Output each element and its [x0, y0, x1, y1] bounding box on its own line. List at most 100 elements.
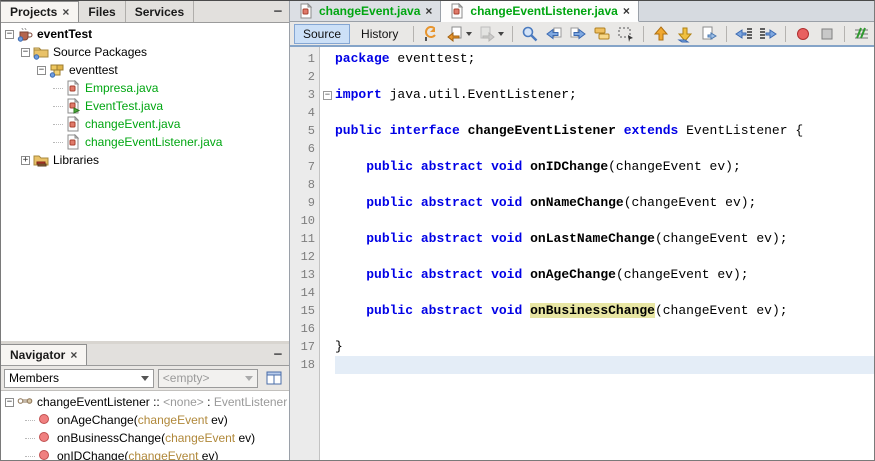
record-macro-button[interactable] [792, 24, 814, 44]
find-previous-button[interactable] [543, 24, 565, 44]
editor-tab-changeEventListener.java[interactable]: changeEventListener.java × [441, 1, 639, 22]
tree-item-label: changeEvent.java [85, 117, 181, 131]
rect-selection-button[interactable] [615, 24, 637, 44]
tab-services[interactable]: Services [125, 1, 195, 22]
tree-item[interactable]: changeEvent.java [1, 115, 289, 133]
code-line[interactable]: } [335, 338, 874, 356]
tree-item[interactable]: + Libraries [1, 151, 289, 169]
columns-icon [266, 371, 282, 385]
collapse-toggle[interactable]: − [5, 29, 14, 39]
close-icon[interactable]: × [425, 5, 432, 17]
method-icon [39, 414, 49, 424]
shift-right-button[interactable] [757, 24, 779, 44]
jump-forward-button[interactable] [476, 24, 498, 44]
editor-tab-changeEvent.java[interactable]: changeEvent.java × [290, 1, 442, 21]
navigator-method-item[interactable]: onIDChange(changeEvent ev) [1, 447, 289, 460]
close-icon[interactable]: × [70, 349, 77, 361]
previous-occurrence-button[interactable] [650, 24, 672, 44]
code-line[interactable]: public abstract void onNameChange(change… [335, 194, 874, 212]
tab-files[interactable]: Files [79, 1, 126, 22]
tree-item-label: Source Packages [53, 45, 148, 59]
code-line-caret[interactable] [335, 356, 874, 374]
code-line[interactable] [335, 140, 874, 158]
line-number: 5 [307, 124, 315, 138]
code-line[interactable] [335, 320, 874, 338]
toggle-caret-icon [702, 26, 718, 40]
find-next-button[interactable] [567, 24, 589, 44]
toggle-caret-button[interactable] [698, 24, 720, 44]
shift-line-right-icon [760, 27, 778, 39]
code-line[interactable] [335, 248, 874, 266]
jump-back-button[interactable] [444, 24, 466, 44]
java-file-icon [67, 133, 80, 150]
code-line[interactable]: package eventtest; [335, 50, 874, 68]
java-main-file-icon [67, 97, 81, 114]
navigator-tree: − changeEventListener :: <none> : EventL… [1, 391, 289, 460]
code-line[interactable]: public abstract void onBusinessChange(ch… [335, 302, 874, 320]
code-line[interactable] [335, 284, 874, 302]
code-lines[interactable]: package eventtest; import java.util.Even… [335, 47, 874, 460]
tree-item[interactable]: changeEventListener.java [1, 133, 289, 151]
collapse-toggle[interactable]: − [5, 397, 14, 407]
netbeans-window: Projects × Files Services − − eventTest … [0, 0, 875, 461]
code-line[interactable] [335, 68, 874, 86]
navigator-method-label: onAgeChange(changeEvent ev) [57, 413, 228, 427]
tree-guide [53, 123, 63, 125]
close-icon[interactable]: × [623, 5, 630, 17]
last-edit-location-button[interactable] [420, 24, 442, 44]
chevron-down-icon [245, 375, 254, 381]
members-dropdown-value: Members [9, 371, 60, 385]
code-line[interactable]: import java.util.EventListener; [335, 86, 874, 104]
show-inherited-members-button[interactable] [262, 368, 286, 389]
projects-tabbar: Projects × Files Services − [1, 1, 289, 23]
line-number: 7 [307, 160, 315, 174]
navigator-toolbar: Members <empty> [1, 366, 289, 391]
code-line[interactable]: public abstract void onAgeChange(changeE… [335, 266, 874, 284]
navigator-method-item[interactable]: onAgeChange(changeEvent ev) [1, 411, 289, 429]
dropdown-arrow-icon[interactable] [466, 31, 473, 36]
minimize-button[interactable]: − [267, 344, 289, 365]
close-icon[interactable]: × [62, 6, 69, 18]
navigator-method-item[interactable]: onBusinessChange(changeEvent ev) [1, 429, 289, 447]
line-number: 3 [307, 88, 315, 102]
find-button[interactable] [519, 24, 541, 44]
code-line[interactable]: public interface changeEventListener ext… [335, 122, 874, 140]
navigator-root-item[interactable]: − changeEventListener :: <none> : EventL… [1, 393, 289, 411]
stop-macro-button[interactable] [816, 24, 838, 44]
tree-item-label: changeEventListener.java [85, 135, 223, 149]
dropdown-arrow-icon[interactable] [498, 31, 505, 36]
code-line[interactable] [335, 104, 874, 122]
code-fold-toggle[interactable]: − [323, 90, 332, 100]
next-occurrence-button[interactable] [674, 24, 696, 44]
tab-label: Projects [10, 5, 58, 19]
tree-item[interactable]: − Source Packages [1, 43, 289, 61]
code-line[interactable]: public abstract void onIDChange(changeEv… [335, 158, 874, 176]
jump-back-icon [447, 26, 462, 42]
shift-left-button[interactable] [733, 24, 755, 44]
tree-item[interactable]: − eventtest [1, 61, 289, 79]
tab-navigator[interactable]: Navigator × [1, 344, 88, 365]
code-line[interactable] [335, 212, 874, 230]
collapse-toggle[interactable]: − [37, 65, 46, 75]
tree-item[interactable]: Empresa.java [1, 79, 289, 97]
editor-area: changeEvent.java × changeEventListener.j… [290, 1, 874, 460]
comment-button[interactable] [851, 24, 873, 44]
toggle-highlight-button[interactable] [591, 24, 613, 44]
tree-item[interactable]: − eventTest [1, 25, 289, 43]
tree-item-label: eventtest [69, 63, 118, 77]
source-view-button[interactable]: Source [294, 23, 351, 44]
tab-projects[interactable]: Projects × [1, 1, 80, 22]
expand-toggle[interactable]: + [21, 155, 30, 165]
code-line[interactable]: public abstract void onLastNameChange(ch… [335, 230, 874, 248]
jump-forward-icon [480, 26, 496, 42]
code-editor[interactable]: 1 2 3 4 5 6 7 8 9 10 11 12 13 14 15 16 17 18 − package ev… [290, 47, 874, 460]
members-dropdown[interactable]: Members [4, 368, 154, 388]
line-number: 12 [300, 250, 315, 264]
toolbar-separator [726, 25, 728, 42]
minimize-button[interactable]: − [267, 1, 289, 22]
history-view-button[interactable]: History [352, 24, 407, 44]
code-line[interactable] [335, 176, 874, 194]
tree-item[interactable]: EventTest.java [1, 97, 289, 115]
collapse-toggle[interactable]: − [21, 47, 30, 57]
scope-dropdown[interactable]: <empty> [157, 368, 259, 388]
